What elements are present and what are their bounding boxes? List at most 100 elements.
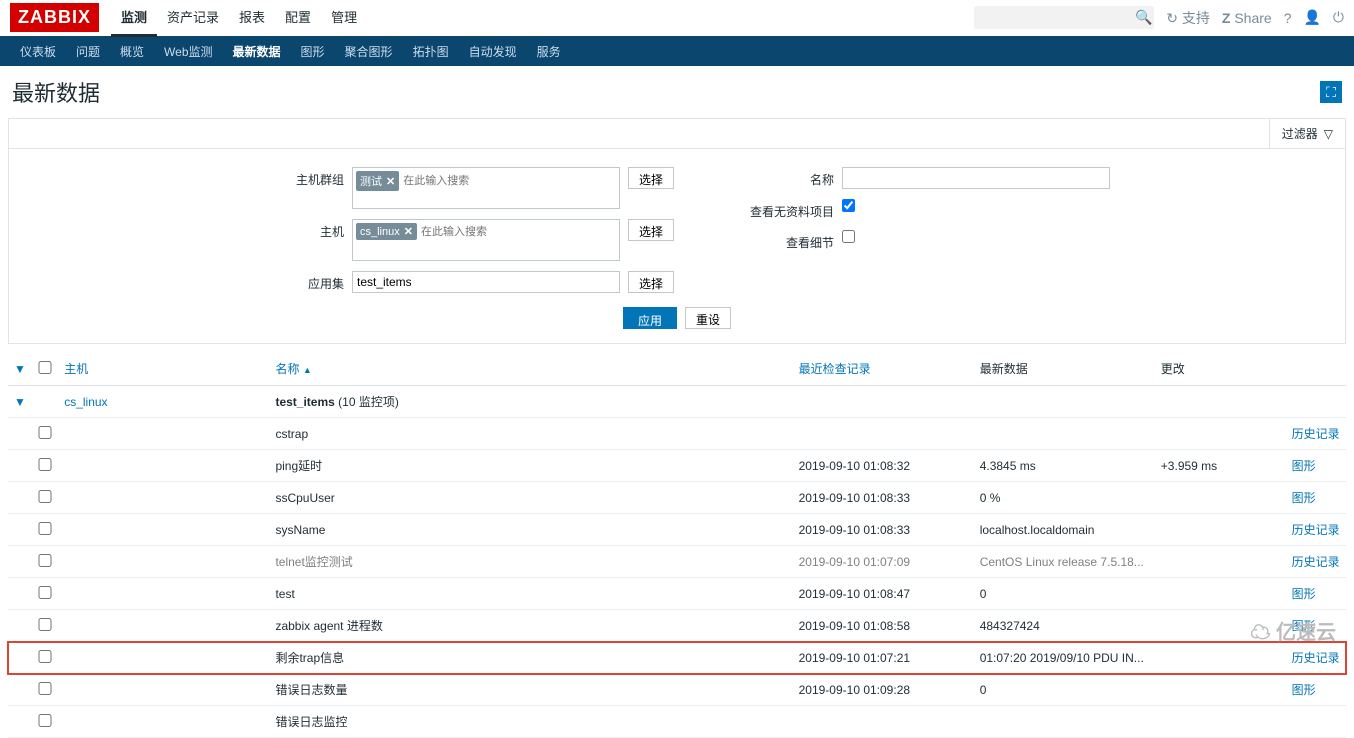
cell-name: ping延时 — [269, 450, 792, 482]
application-select-button[interactable]: 选择 — [628, 271, 674, 293]
host-input[interactable]: cs_linux✕ — [352, 219, 620, 261]
col-name[interactable]: 名称 ▲ — [275, 362, 311, 376]
page-header: 最新数据 ⛶ — [0, 66, 1354, 118]
cell-last-check: 2019-09-10 01:07:21 — [793, 642, 974, 674]
cell-change — [1155, 418, 1286, 450]
group-host-link[interactable]: cs_linux — [64, 395, 107, 409]
table-row: ssCpuUser2019-09-10 01:08:330 %图形 — [8, 482, 1346, 514]
application-input[interactable] — [352, 271, 620, 293]
row-checkbox[interactable] — [38, 586, 52, 599]
search-icon[interactable]: 🔍 — [1135, 9, 1152, 26]
cell-last-check — [793, 706, 974, 738]
support-link[interactable]: ↻ 支持 — [1166, 8, 1210, 28]
help-icon[interactable]: ? — [1284, 10, 1292, 26]
cell-change — [1155, 578, 1286, 610]
cell-latest — [974, 706, 1155, 738]
name-input[interactable] — [842, 167, 1110, 189]
row-action-link[interactable]: 图形 — [1292, 491, 1316, 505]
apply-button[interactable]: 应用 — [623, 307, 677, 329]
hostgroup-select-button[interactable]: 选择 — [628, 167, 674, 189]
row-checkbox[interactable] — [38, 522, 52, 535]
page-title: 最新数据 — [12, 76, 100, 108]
cell-last-check: 2019-09-10 01:08:33 — [793, 514, 974, 546]
cell-change — [1155, 674, 1286, 706]
user-icon[interactable]: 👤 — [1303, 9, 1320, 26]
cell-name: 错误日志监控 — [269, 706, 792, 738]
col-latest: 最新数据 — [980, 362, 1028, 376]
table-row: 错误日志监控 — [8, 706, 1346, 738]
expand-all-icon[interactable]: ▼ — [14, 362, 26, 376]
host-text[interactable] — [419, 223, 616, 240]
sub-menu-item[interactable]: Web监测 — [154, 37, 222, 66]
cell-name: 错误日志数量 — [269, 674, 792, 706]
main-menu-item[interactable]: 管理 — [321, 0, 367, 37]
sub-menu-item[interactable]: 问题 — [66, 37, 110, 66]
row-action-link[interactable]: 图形 — [1292, 459, 1316, 473]
cell-name: zabbix agent 进程数 — [269, 610, 792, 642]
row-checkbox[interactable] — [38, 682, 52, 695]
hostgroup-input[interactable]: 测试✕ — [352, 167, 620, 209]
row-action-link[interactable]: 历史记录 — [1292, 427, 1340, 441]
filter-toggle[interactable]: 过滤器 ▽ — [1269, 119, 1345, 148]
logo: ZABBIX — [10, 3, 99, 32]
show-empty-checkbox[interactable] — [842, 199, 855, 212]
global-search[interactable]: 🔍 — [974, 6, 1154, 29]
sub-menu-item[interactable]: 最新数据 — [223, 37, 291, 66]
cell-name: telnet监控测试 — [269, 546, 792, 578]
col-last-check[interactable]: 最近检查记录 — [799, 362, 871, 376]
host-select-button[interactable]: 选择 — [628, 219, 674, 241]
row-checkbox[interactable] — [38, 458, 52, 471]
table-row: 错误日志数量2019-09-10 01:09:280图形 — [8, 674, 1346, 706]
cell-change — [1155, 642, 1286, 674]
main-menu-item[interactable]: 监测 — [111, 0, 157, 37]
select-all-checkbox[interactable] — [38, 361, 52, 374]
col-host[interactable]: 主机 — [64, 362, 88, 376]
sub-menu-item[interactable]: 聚合图形 — [335, 37, 403, 66]
cell-latest: 0 — [974, 578, 1155, 610]
search-input[interactable] — [980, 11, 1135, 25]
row-checkbox[interactable] — [38, 650, 52, 663]
filter-bar: 过滤器 ▽ — [8, 118, 1346, 148]
row-checkbox[interactable] — [38, 490, 52, 503]
remove-tag-icon[interactable]: ✕ — [386, 175, 395, 188]
fullscreen-button[interactable]: ⛶ — [1320, 81, 1342, 103]
main-menu-item[interactable]: 配置 — [275, 0, 321, 37]
cell-last-check: 2019-09-10 01:08:47 — [793, 578, 974, 610]
table-row: test2019-09-10 01:08:470图形 — [8, 578, 1346, 610]
sub-menu-item[interactable]: 图形 — [291, 37, 335, 66]
collapse-icon[interactable]: ▼ — [14, 395, 26, 409]
table-row: zabbix agent 进程数2019-09-10 01:08:5848432… — [8, 610, 1346, 642]
sub-menu-item[interactable]: 服务 — [527, 37, 571, 66]
row-action-link[interactable]: 图形 — [1292, 587, 1316, 601]
row-action-link[interactable]: 历史记录 — [1292, 651, 1340, 665]
sub-menu-item[interactable]: 自动发现 — [459, 37, 527, 66]
hostgroup-text[interactable] — [401, 171, 616, 191]
share-link[interactable]: Z Share — [1222, 10, 1272, 26]
col-change: 更改 — [1161, 362, 1185, 376]
sub-menu-item[interactable]: 概览 — [110, 37, 154, 66]
cell-name: 剩余trap信息 — [269, 642, 792, 674]
main-menu-item[interactable]: 资产记录 — [157, 0, 229, 37]
row-checkbox[interactable] — [38, 554, 52, 567]
row-checkbox[interactable] — [38, 426, 52, 439]
show-details-label: 查看细节 — [734, 230, 834, 251]
cell-name: cstrap — [269, 418, 792, 450]
sub-menu-item[interactable]: 拓扑图 — [403, 37, 459, 66]
reset-button[interactable]: 重设 — [685, 307, 731, 329]
top-nav: ZABBIX 监测资产记录报表配置管理 🔍 ↻ 支持 Z Share ? 👤 ⏻ — [0, 0, 1354, 36]
cell-last-check: 2019-09-10 01:08:33 — [793, 482, 974, 514]
cell-name: sysName — [269, 514, 792, 546]
show-empty-label: 查看无资料项目 — [734, 199, 834, 220]
row-action-link[interactable]: 历史记录 — [1292, 555, 1340, 569]
show-details-checkbox[interactable] — [842, 230, 855, 243]
cell-latest — [974, 418, 1155, 450]
cell-latest: CentOS Linux release 7.5.18... — [974, 546, 1155, 578]
main-menu-item[interactable]: 报表 — [229, 0, 275, 37]
sub-menu-item[interactable]: 仪表板 — [10, 37, 66, 66]
row-action-link[interactable]: 历史记录 — [1292, 523, 1340, 537]
row-checkbox[interactable] — [38, 714, 52, 727]
row-checkbox[interactable] — [38, 618, 52, 631]
power-icon[interactable]: ⏻ — [1333, 9, 1344, 26]
remove-tag-icon[interactable]: ✕ — [404, 225, 413, 238]
row-action-link[interactable]: 图形 — [1292, 683, 1316, 697]
